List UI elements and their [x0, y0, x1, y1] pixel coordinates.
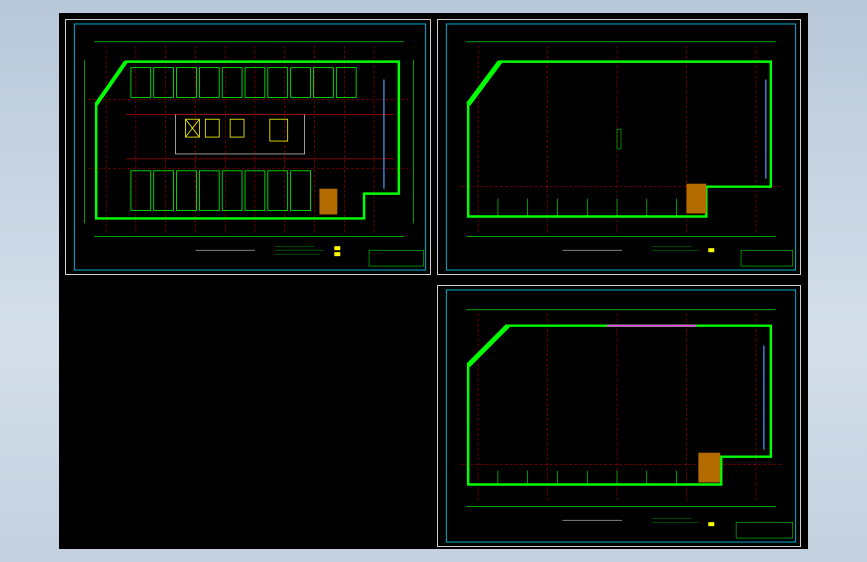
floor-plan-2	[445, 23, 797, 271]
drawing-sheet-1[interactable]	[65, 19, 431, 275]
drawing-sheet-3[interactable]	[437, 285, 801, 547]
floor-plan-1	[73, 23, 427, 271]
cad-canvas[interactable]	[59, 13, 808, 549]
drawing-sheet-2[interactable]	[437, 19, 801, 275]
floor-plan-3	[445, 289, 797, 543]
